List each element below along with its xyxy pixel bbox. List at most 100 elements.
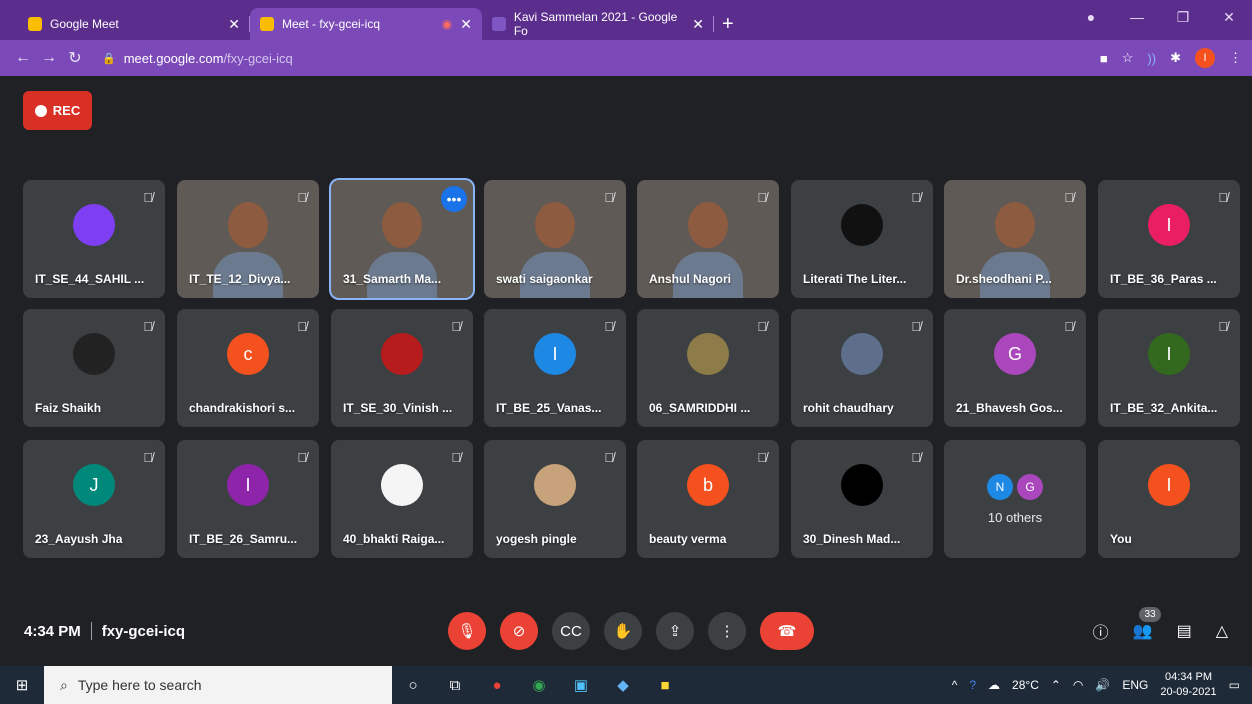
more-options-button[interactable]: ⋮ — [708, 612, 746, 650]
participant-tile[interactable]: 🎙̸ Dr.sheodhani P... — [944, 180, 1086, 298]
notifications-icon[interactable]: ▭ — [1229, 678, 1240, 692]
app2-icon[interactable]: ◆ — [602, 676, 644, 694]
reload-icon[interactable]: ↻ — [62, 48, 88, 68]
participant-name: 31_Samarth Ma... — [343, 272, 442, 286]
avatar — [841, 204, 883, 246]
avatar: J — [73, 464, 115, 506]
mic-muted-icon: 🎙̸ — [757, 450, 767, 465]
participant-tile[interactable]: c 🎙̸ chandrakishori s... — [177, 309, 319, 427]
participant-tile[interactable]: J 🎙̸ 23_Aayush Jha — [23, 440, 165, 558]
taskbar-search[interactable]: ⌕ Type here to search — [44, 666, 392, 704]
chat-icon[interactable]: ▤ — [1177, 621, 1192, 641]
close-tab-icon[interactable]: ✕ — [692, 16, 704, 33]
mic-muted-icon: 🎙̸ — [911, 319, 921, 334]
participant-tile[interactable]: 🎙̸ 06_SAMRIDDHI ... — [637, 309, 779, 427]
tab-google-meet[interactable]: Google Meet ✕ — [18, 8, 250, 40]
participant-tile[interactable]: I 🎙̸ IT_BE_26_Samru... — [177, 440, 319, 558]
mic-muted-icon: 🎙̸ — [297, 319, 307, 334]
participant-tile[interactable]: ••• 31_Samarth Ma... — [331, 180, 473, 298]
info-icon[interactable]: ⓘ — [1093, 619, 1109, 643]
photos-icon[interactable]: ▣ — [560, 676, 602, 694]
participant-tile[interactable]: 🎙̸ IT_TE_12_Divya... — [177, 180, 319, 298]
mic-muted-icon: 🎙̸ — [604, 450, 614, 465]
help-icon[interactable]: ? — [969, 678, 976, 692]
captions-button[interactable]: CC — [552, 612, 590, 650]
participant-tile[interactable]: b 🎙̸ beauty verma — [637, 440, 779, 558]
participant-tile[interactable]: I You — [1098, 440, 1240, 558]
tab-google-forms[interactable]: Kavi Sammelan 2021 - Google Fo ✕ — [482, 8, 714, 40]
participant-tile[interactable]: 🎙̸ IT_SE_44_SAHIL ... — [23, 180, 165, 298]
participant-name: rohit chaudhary — [803, 401, 894, 415]
others-avatars: NG — [987, 474, 1043, 500]
meeting-time: 4:34 PM — [24, 622, 81, 640]
audio-icon[interactable]: )) — [1147, 51, 1156, 66]
participant-tile[interactable]: 🎙̸ IT_SE_30_Vinish ... — [331, 309, 473, 427]
activities-icon[interactable]: △ — [1216, 621, 1228, 641]
cortana-icon[interactable]: ○ — [392, 677, 434, 694]
address-bar: ← → ↻ 🔒 meet.google.com /fxy-gcei-icq ■ … — [0, 40, 1252, 76]
restore-icon[interactable]: ❐ — [1160, 0, 1206, 34]
more-options-icon[interactable]: ••• — [441, 186, 467, 212]
taskbar-clock[interactable]: 04:34 PM 20-09-2021 — [1160, 670, 1216, 700]
lock-icon: 🔒 — [102, 52, 116, 65]
clock-date: 20-09-2021 — [1160, 686, 1217, 698]
bookmark-star-icon[interactable]: ☆ — [1122, 50, 1134, 66]
avatar: I — [227, 464, 269, 506]
end-call-button[interactable]: ☎ — [760, 612, 814, 650]
task-view-icon[interactable]: ⧉ — [434, 677, 476, 694]
participant-tile[interactable]: I 🎙̸ IT_BE_25_Vanas... — [484, 309, 626, 427]
avatar: G — [994, 333, 1036, 375]
present-button[interactable]: ⇪ — [656, 612, 694, 650]
participant-tile[interactable]: I 🎙̸ IT_BE_36_Paras ... — [1098, 180, 1240, 298]
tab-search-icon[interactable]: ● — [1068, 0, 1114, 34]
sticky-notes-icon[interactable]: ■ — [644, 677, 686, 694]
minimize-icon[interactable]: — — [1114, 0, 1160, 34]
participant-tile[interactable]: 🎙̸ swati saigaonkar — [484, 180, 626, 298]
language-label[interactable]: ENG — [1122, 678, 1148, 692]
participant-tile[interactable]: 🎙̸ 30_Dinesh Mad... — [791, 440, 933, 558]
participant-name: IT_SE_30_Vinish ... — [343, 401, 453, 415]
app-icon[interactable]: ◉ — [518, 676, 560, 694]
raise-hand-button[interactable]: ✋ — [604, 612, 642, 650]
tab-meet-active[interactable]: Meet - fxy-gcei-icq ◉ ✕ — [250, 8, 482, 40]
volume-icon[interactable]: 🔊 — [1095, 678, 1110, 692]
profile-avatar[interactable]: I — [1195, 48, 1215, 68]
url-field[interactable]: 🔒 meet.google.com /fxy-gcei-icq — [102, 51, 293, 66]
extensions-icon[interactable]: ✱ — [1170, 50, 1181, 66]
participant-tile[interactable]: N G 10 others — [944, 440, 1086, 558]
chevron-up-icon[interactable]: ^ — [952, 678, 958, 692]
forward-icon[interactable]: → — [36, 49, 62, 67]
camera-off-button[interactable]: ⊘ — [500, 612, 538, 650]
avatar: I — [1148, 464, 1190, 506]
menu-icon[interactable]: ⋮ — [1229, 50, 1242, 66]
meet-stage: REC 🎙̸ IT_SE_44_SAHIL ... 🎙̸ IT_TE_12_Divya… — [0, 76, 1252, 666]
mic-muted-icon: 🎙̸ — [143, 319, 153, 334]
people-icon[interactable]: 👥 33 — [1133, 607, 1161, 641]
participant-tile[interactable]: I 🎙̸ IT_BE_32_Ankita... — [1098, 309, 1240, 427]
new-tab-icon[interactable]: + — [722, 8, 734, 40]
camera-icon[interactable]: ■ — [1100, 51, 1108, 66]
close-tab-icon[interactable]: ✕ — [228, 16, 240, 33]
participant-tile[interactable]: 🎙̸ Literati The Liter... — [791, 180, 933, 298]
participant-name: 10 others — [987, 510, 1043, 525]
participant-tile[interactable]: 🎙̸ yogesh pingle — [484, 440, 626, 558]
close-window-icon[interactable]: ✕ — [1206, 0, 1252, 34]
avatar: I — [1148, 333, 1190, 375]
participant-tile[interactable]: 🎙̸ rohit chaudhary — [791, 309, 933, 427]
participant-tile[interactable]: G 🎙̸ 21_Bhavesh Gos... — [944, 309, 1086, 427]
mic-muted-icon: 🎙̸ — [451, 450, 461, 465]
close-tab-icon[interactable]: ✕ — [460, 16, 472, 33]
network-icon[interactable]: ◠ — [1073, 678, 1083, 692]
search-icon: ⌕ — [60, 676, 68, 693]
participant-tile[interactable]: 🎙̸ Faiz Shaikh — [23, 309, 165, 427]
show-hidden-icon[interactable]: ⌃ — [1051, 678, 1061, 692]
mic-off-button[interactable]: 🎙 — [448, 612, 486, 650]
chrome-icon[interactable]: ● — [476, 677, 518, 694]
participant-name: IT_TE_12_Divya... — [189, 272, 291, 286]
participant-tile[interactable]: 🎙̸ Anshul Nagori — [637, 180, 779, 298]
participant-tile[interactable]: 🎙̸ 40_bhakti Raiga... — [331, 440, 473, 558]
weather-temp[interactable]: 28°C — [1012, 678, 1039, 692]
windows-start-icon[interactable]: ⊞ — [0, 676, 44, 694]
weather-icon[interactable]: ☁ — [988, 678, 1000, 692]
back-icon[interactable]: ← — [10, 49, 36, 67]
